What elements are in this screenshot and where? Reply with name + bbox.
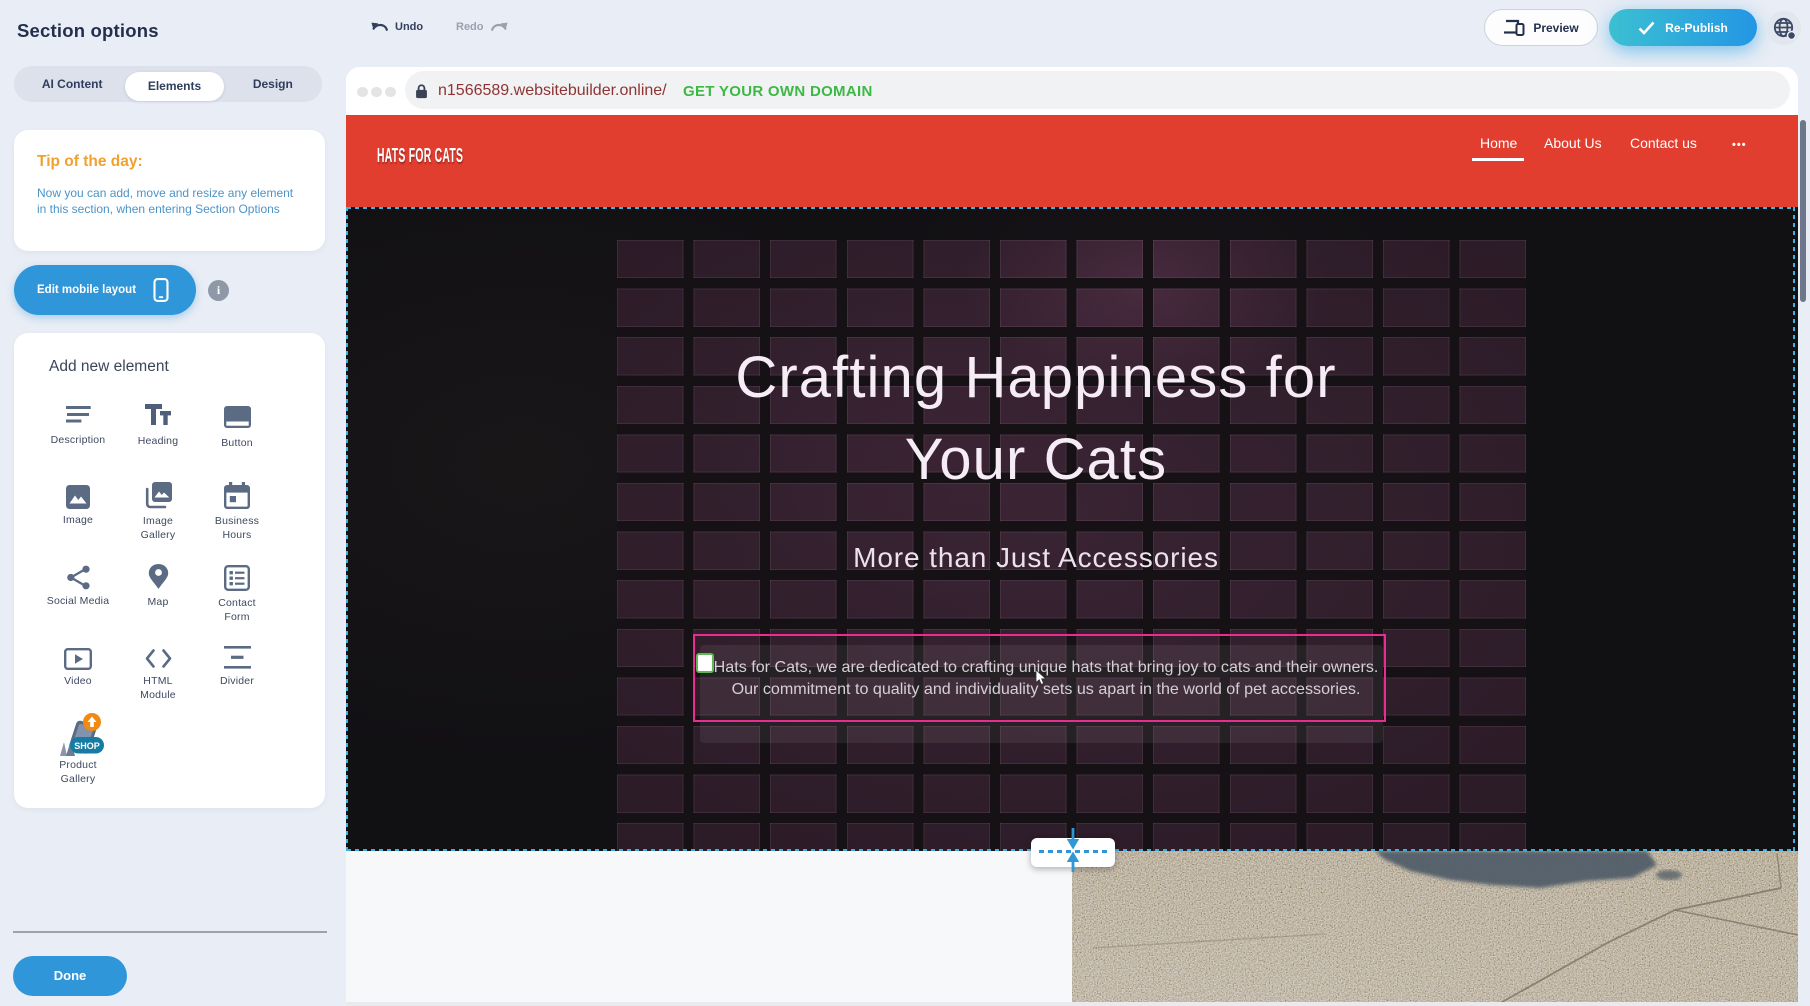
svg-text:SHOP: SHOP [74,741,100,751]
